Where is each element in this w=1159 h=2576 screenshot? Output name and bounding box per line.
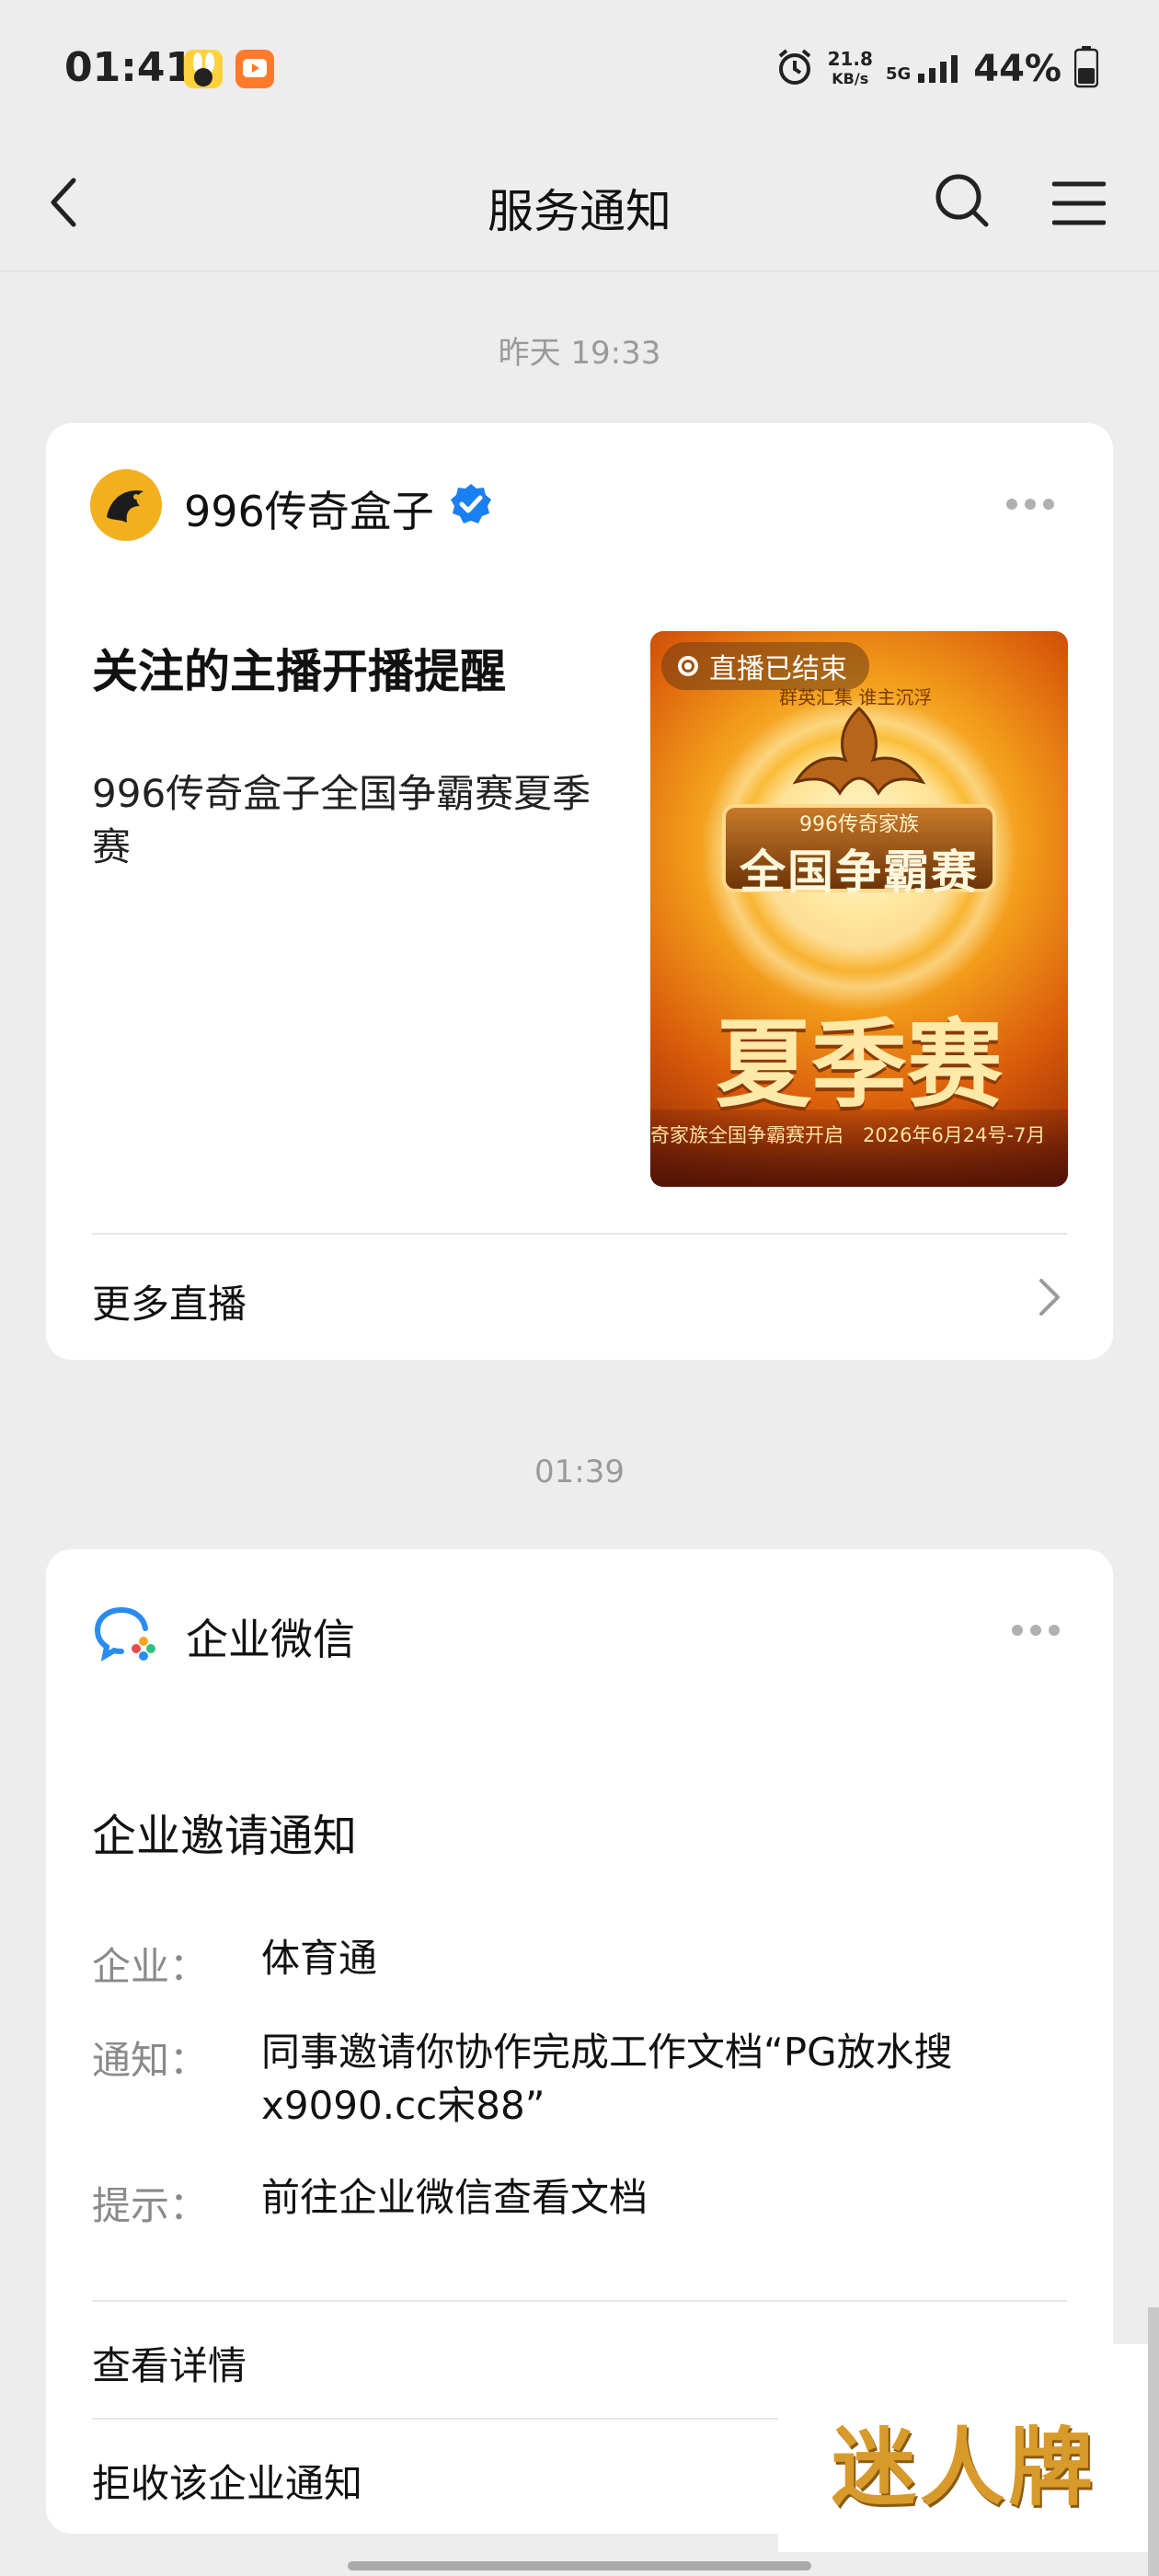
search-icon[interactable] [933, 171, 992, 234]
dragon-emblem-icon [792, 706, 926, 796]
account-avatar[interactable] [90, 469, 162, 545]
field-value-company: 体育通 [261, 1936, 378, 1981]
thumbnail-big-text: 夏季赛 [715, 1007, 1003, 1121]
battery-icon [1073, 46, 1099, 92]
status-time: 01:41 [64, 44, 194, 91]
thumbnail-headline: 全国争霸赛 [740, 845, 979, 899]
home-indicator[interactable] [348, 2561, 811, 2570]
battery-percent: 44% [973, 48, 1061, 90]
field-label-tip: 提示： [92, 2183, 209, 2228]
more-live-link[interactable]: 更多直播 [92, 1273, 247, 1329]
message-title: 企业邀请通知 [92, 1811, 358, 1862]
thumbnail-footer-text: 奇家族全国争霸赛开启 2026年6月24号-7月 [650, 1124, 1046, 1146]
divider [92, 1233, 1067, 1235]
reject-notice-link[interactable]: 拒收该企业通知 [92, 2453, 362, 2509]
watermark-text: 迷人牌 [831, 2418, 1096, 2517]
message-timestamp: 昨天 19:33 [498, 335, 661, 372]
divider [92, 2300, 1067, 2302]
message-title: 关注的主播开播提醒 [92, 645, 506, 698]
scrollbar[interactable] [1148, 2307, 1159, 2576]
message-timestamp: 01:39 [534, 1454, 625, 1490]
account-name[interactable]: 企业微信 [186, 1606, 355, 1667]
account-name[interactable]: 996传奇盒子 [184, 478, 434, 539]
live-thumbnail[interactable]: 群英汇集 谁主沉浮 996传奇家族 全国争霸赛 夏季赛 奇家族全国争霸赛开启 2… [650, 631, 1068, 1187]
field-value-notice: 同事邀请你协作完成工作文档“PG放水搜x9090.cc宋88” [261, 2030, 953, 2128]
network-speed: 21.8 KB/s [827, 48, 873, 87]
cellular-signal: 5G [886, 55, 960, 83]
field-label-notice: 通知： [92, 2038, 209, 2083]
live-status-text: 直播已结束 [709, 653, 847, 685]
verified-icon [449, 482, 493, 530]
view-details-link[interactable]: 查看详情 [92, 2335, 247, 2391]
alarm-icon [775, 47, 815, 91]
status-indicators: 21.8 KB/s 5G 44% [775, 46, 1099, 92]
live-status-pill: 直播已结束 [661, 642, 869, 690]
thumbnail-brand: 996传奇家族 [799, 813, 919, 836]
watermark-logo: 迷人牌 [778, 2344, 1150, 2552]
wecom-logo-icon[interactable] [94, 1604, 158, 1665]
chevron-right-icon[interactable] [1038, 1277, 1061, 1321]
message-description: 996传奇盒子全国争霸赛夏季赛 [92, 771, 591, 869]
app-notification-icon [184, 50, 223, 88]
menu-icon[interactable] [1051, 180, 1107, 230]
field-value-tip: 前往企业微信查看文档 [261, 2175, 648, 2220]
field-label-company: 企业： [92, 1944, 209, 1989]
video-app-icon [235, 50, 274, 88]
live-status-icon [678, 656, 698, 676]
more-options-icon[interactable] [1006, 499, 1054, 510]
more-options-icon[interactable] [1012, 1625, 1060, 1636]
